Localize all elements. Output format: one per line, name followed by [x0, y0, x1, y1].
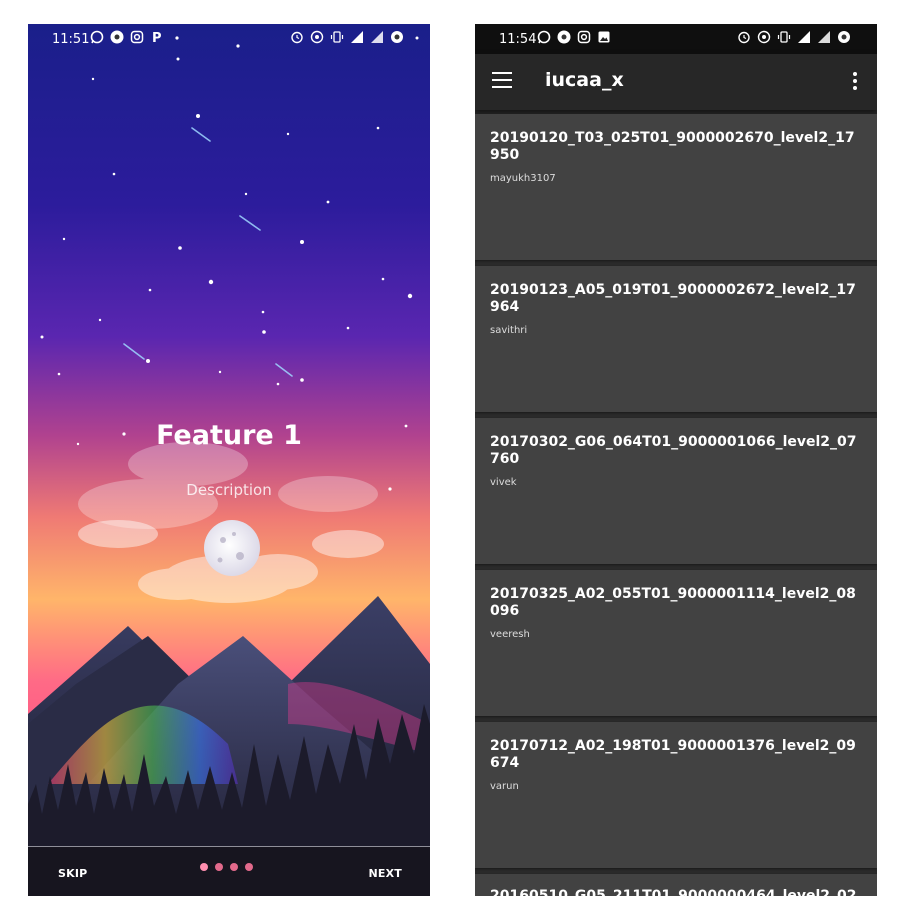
list-item-title: 20170712_A02_198T01_9000001376_level2_09… — [490, 738, 856, 771]
app-title: iucaa_x — [545, 69, 624, 91]
hotspot-icon — [757, 30, 771, 44]
list-item-title: 20170302_G06_064T01_9000001066_level2_07… — [490, 434, 857, 467]
skip-button[interactable]: SKIP — [58, 867, 87, 880]
signal-4g-icon — [798, 31, 810, 43]
list-item-user: varun — [490, 781, 519, 792]
data-saver-icon — [838, 31, 850, 43]
data-saver-icon — [391, 31, 403, 43]
list-item[interactable]: 20160510_G05_211T01_9000000464_level2_02… — [475, 874, 877, 896]
list-item-title: 20160510_G05_211T01_9000000464_level2_02… — [490, 888, 857, 896]
alarm-icon — [291, 31, 303, 44]
submission-list: 20190120_T03_025T01_9000002670_level2_17… — [475, 114, 877, 896]
alarm-icon — [738, 31, 750, 44]
list-item[interactable]: 20170712_A02_198T01_9000001376_level2_09… — [475, 722, 877, 868]
app-circle-icon — [557, 30, 571, 44]
page-dot-1[interactable] — [200, 863, 208, 871]
next-button[interactable]: NEXT — [368, 867, 402, 880]
whatsapp-icon — [537, 30, 551, 44]
list-item[interactable]: 20170325_A02_055T01_9000001114_level2_08… — [475, 570, 877, 716]
status-bar: 11:54 — [475, 24, 877, 54]
app-toolbar: iucaa_x — [475, 54, 877, 110]
vibrate-icon — [330, 31, 344, 43]
more-options-icon[interactable] — [853, 72, 857, 90]
vibrate-icon — [777, 31, 791, 43]
menu-icon[interactable] — [492, 72, 512, 88]
onboarding-screen: 11:51 P Feature 1 Description SKIP NEXT — [28, 24, 430, 896]
paytm-p-icon: P — [152, 31, 162, 44]
signal-icon — [371, 31, 383, 43]
list-item[interactable]: 20190120_T03_025T01_9000002670_level2_17… — [475, 114, 877, 260]
instagram-icon — [577, 30, 591, 44]
list-item-user: veeresh — [490, 629, 530, 640]
svg-text:P: P — [152, 31, 162, 44]
whatsapp-icon — [90, 30, 104, 44]
list-item-title: 20190123_A05_019T01_9000002672_level2_17… — [490, 282, 856, 315]
page-dot-4[interactable] — [245, 863, 253, 871]
list-item-user: savithri — [490, 325, 528, 336]
page-indicator — [200, 863, 253, 871]
status-time: 11:51 — [52, 32, 90, 47]
feature-description: Description — [186, 481, 272, 499]
list-item[interactable]: 20170302_G06_064T01_9000001066_level2_07… — [475, 418, 877, 564]
list-item-title: 20190120_T03_025T01_9000002670_level2_17… — [490, 130, 855, 163]
signal-icon — [818, 31, 830, 43]
gallery-icon — [598, 31, 610, 43]
list-item-user: vivek — [490, 477, 517, 488]
status-time: 11:54 — [499, 32, 537, 47]
dot-icon — [175, 36, 179, 40]
onboarding-nav-bar: SKIP NEXT — [28, 847, 430, 896]
hotspot-icon — [310, 30, 324, 44]
notification-dot-icon — [415, 36, 419, 40]
instagram-icon — [130, 30, 144, 44]
page-dot-2[interactable] — [215, 863, 223, 871]
list-item-title: 20170325_A02_055T01_9000001114_level2_08… — [490, 586, 856, 619]
list-item[interactable]: 20190123_A05_019T01_9000002672_level2_17… — [475, 266, 877, 412]
page-dot-3[interactable] — [230, 863, 238, 871]
feature-title: Feature 1 — [156, 420, 302, 451]
status-bar: 11:51 P — [28, 24, 430, 54]
list-screen: 11:54 iucaa_x 20190120_T03_025T01_900000… — [475, 24, 877, 896]
list-item-user: mayukh3107 — [490, 173, 556, 184]
signal-4g-icon — [351, 31, 363, 43]
app-circle-icon — [110, 30, 124, 44]
